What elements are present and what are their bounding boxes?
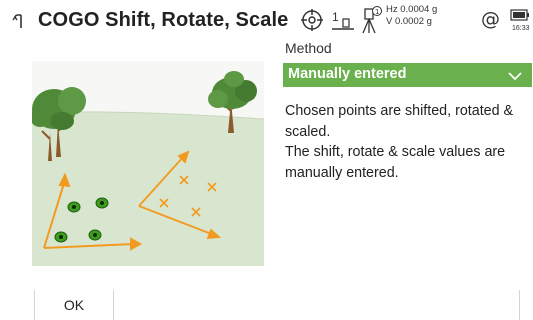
method-label: Method xyxy=(285,40,332,56)
softkey-divider xyxy=(519,290,520,320)
page-title: COGO Shift, Rotate, Scale xyxy=(38,9,289,31)
compensator-icon[interactable]: 1 xyxy=(358,5,382,40)
description-line-2: The shift, rotate & scale values are man… xyxy=(285,144,506,181)
method-illustration xyxy=(30,61,265,266)
back-arrow-icon[interactable] xyxy=(10,10,32,32)
target-icon[interactable] xyxy=(300,8,324,37)
description-line-1: Chosen points are shifted, rotated & sca… xyxy=(285,103,514,140)
angle-readout: Hz 0.0004 g V 0.0002 g xyxy=(386,4,458,28)
tilt-sensor-number: 1 xyxy=(332,10,339,24)
title-bar: COGO Shift, Rotate, Scale 1 1 Hz 0.0004 … xyxy=(0,0,533,42)
at-sign-icon[interactable]: @ xyxy=(480,7,502,36)
chevron-down-icon xyxy=(508,69,522,81)
method-dropdown[interactable]: Manually entered xyxy=(283,63,532,87)
softkey-divider xyxy=(113,290,114,320)
softkey-bar: OK xyxy=(0,290,533,320)
tilt-sensor-icon[interactable]: 1 xyxy=(330,10,356,37)
clock-text: 16:33 xyxy=(512,25,530,32)
v-reading: V 0.0002 g xyxy=(386,16,432,27)
method-description: Chosen points are shifted, rotated & sca… xyxy=(285,101,530,183)
method-selected-value: Manually entered xyxy=(288,66,407,82)
svg-text:1: 1 xyxy=(375,8,379,16)
hz-reading: Hz 0.0004 g xyxy=(386,4,438,15)
ok-button[interactable]: OK xyxy=(35,290,113,320)
svg-text:@: @ xyxy=(481,8,500,30)
